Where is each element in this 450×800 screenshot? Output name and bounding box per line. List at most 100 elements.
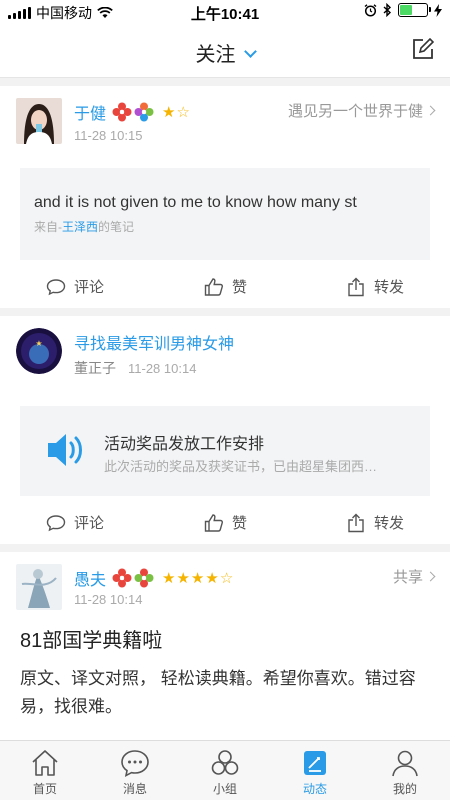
share-button[interactable]: 转发 [346, 276, 404, 297]
avatar[interactable] [16, 98, 62, 144]
feed-card[interactable]: ★ 寻找最美军训男神女神 董正子 11-28 10:14 活动奖品发放工作安排 此… [0, 316, 450, 544]
bluetooth-icon [383, 3, 392, 17]
group-name: 遇见另一个世界于健 [287, 103, 423, 120]
thumbs-up-icon [204, 513, 223, 532]
badges [112, 102, 154, 122]
audio-title: 活动奖品发放工作安排 [104, 436, 265, 453]
post-body: 原文、译文对照， 轻松读典籍。希望你喜欢。错过容易，找很难。 [20, 669, 416, 716]
note-text: and it is not given to me to know how ma… [34, 194, 357, 211]
action-bar: 评论 赞 转发 [0, 496, 450, 550]
screen: 中国移动 上午10:41 关注 于健 ★ ☆ 11-28 10:15 遇见另一个… [0, 0, 450, 800]
group-link[interactable]: 遇见另一个世界于健 [287, 100, 436, 121]
tab-label: 动态 [302, 782, 327, 796]
home-icon [32, 750, 58, 776]
flower-badge-icon [112, 568, 132, 588]
star-icon: ★ [162, 569, 176, 587]
nav-bar: 关注 [0, 24, 450, 78]
group-title[interactable]: 寻找最美军训男神女神 [74, 330, 234, 354]
post-author[interactable]: 董正子 [74, 360, 116, 376]
share-tag: 共享 [392, 569, 423, 586]
tab-home[interactable]: 首页 [0, 741, 90, 800]
like-button[interactable]: 赞 [204, 512, 247, 533]
audio-description: 此次活动的奖品及获奖证书，已由超星集团西… [104, 459, 378, 474]
alarm-icon [364, 3, 377, 17]
thumbs-up-icon [204, 277, 223, 296]
comment-button[interactable]: 评论 [46, 276, 104, 297]
comment-icon [46, 514, 66, 531]
comment-label: 评论 [74, 515, 105, 532]
comment-icon [46, 278, 66, 295]
share-label: 转发 [374, 515, 405, 532]
colorful-flower-badge-icon [134, 102, 154, 122]
source-author-link[interactable]: 王泽西 [62, 220, 98, 234]
tab-profile[interactable]: 我的 [360, 741, 450, 800]
author-row: 于健 ★ ☆ [74, 100, 190, 124]
status-bar: 中国移动 上午10:41 [0, 0, 450, 24]
nav-title: 关注 [195, 44, 236, 66]
group-avatar[interactable]: ★ [16, 328, 62, 374]
share-label: 转发 [374, 279, 405, 296]
author-name[interactable]: 于健 [74, 100, 106, 124]
post-time: 11-28 10:14 [74, 592, 143, 607]
chevron-right-icon [425, 571, 436, 582]
tab-groups[interactable]: 小组 [180, 741, 270, 800]
rating-stars: ★ ☆ [162, 105, 190, 120]
avatar[interactable] [16, 564, 62, 610]
speaker-icon [48, 434, 82, 466]
card-header: 愚夫 ★ ★ ★ ★ ☆ 11-28 10:14 共享 [0, 552, 450, 618]
author-row: 寻找最美军训男神女神 [74, 330, 234, 354]
star-icon: ★ [162, 103, 176, 121]
share-icon [348, 513, 364, 532]
share-button[interactable]: 转发 [346, 512, 404, 533]
star-outline-icon: ☆ [219, 569, 234, 587]
feed-list: 于健 ★ ☆ 11-28 10:15 遇见另一个世界于健 and it is n… [0, 86, 450, 800]
tab-bar: 首页 消息 小组 动态 我的 [0, 740, 450, 800]
battery-icon [398, 3, 431, 17]
comment-button[interactable]: 评论 [46, 512, 104, 533]
tab-feed[interactable]: 动态 [270, 741, 360, 800]
like-label: 赞 [232, 515, 248, 532]
star-icon: ★ [205, 569, 219, 587]
status-right [364, 3, 442, 17]
flower-badge-icon [112, 102, 132, 122]
source-prefix: 来自- [34, 220, 62, 234]
post-meta: 董正子 11-28 10:14 [74, 358, 196, 378]
compose-icon[interactable] [412, 38, 434, 60]
action-bar: 评论 赞 转发 [0, 260, 450, 314]
shared-audio[interactable]: 活动奖品发放工作安排 此次活动的奖品及获奖证书，已由超星集团西… [20, 406, 430, 496]
chevron-right-icon [425, 105, 436, 116]
tab-label: 小组 [212, 782, 237, 796]
charging-icon [434, 3, 442, 17]
feed-icon [304, 751, 326, 775]
card-header: 于健 ★ ☆ 11-28 10:15 遇见另一个世界于健 [0, 86, 450, 164]
author-name[interactable]: 愚夫 [74, 566, 106, 590]
group-icon [211, 750, 239, 775]
badges [112, 568, 154, 588]
source-suffix: 的笔记 [98, 220, 135, 234]
post-time: 11-28 10:15 [74, 128, 143, 143]
colorful-flower-badge-icon [134, 568, 154, 588]
feed-card[interactable]: 于健 ★ ☆ 11-28 10:15 遇见另一个世界于健 and it is n… [0, 86, 450, 308]
star-outline-icon: ☆ [176, 103, 190, 121]
chevron-down-icon [243, 45, 257, 58]
rating-stars: ★ ★ ★ ★ ☆ [162, 571, 233, 586]
like-button[interactable]: 赞 [204, 276, 247, 297]
profile-icon [392, 750, 418, 777]
post-time: 11-28 10:14 [128, 361, 197, 376]
tab-label: 首页 [32, 782, 57, 796]
share-icon [348, 277, 364, 296]
post-title: 81部国学典籍啦 [20, 630, 163, 652]
svg-text:★: ★ [35, 339, 42, 348]
tab-label: 消息 [122, 782, 147, 796]
like-label: 赞 [232, 279, 248, 296]
feed-filter-dropdown[interactable]: 关注 [0, 38, 450, 67]
star-icon: ★ [190, 569, 205, 587]
tab-label: 我的 [392, 782, 417, 796]
share-tag-link[interactable]: 共享 [392, 566, 436, 587]
message-icon [121, 750, 149, 777]
card-header: ★ 寻找最美军训男神女神 董正子 11-28 10:14 [0, 316, 450, 394]
tab-messages[interactable]: 消息 [90, 741, 180, 800]
shared-note[interactable]: and it is not given to me to know how ma… [20, 168, 430, 260]
comment-label: 评论 [74, 279, 105, 296]
author-row: 愚夫 ★ ★ ★ ★ ☆ [74, 566, 233, 590]
